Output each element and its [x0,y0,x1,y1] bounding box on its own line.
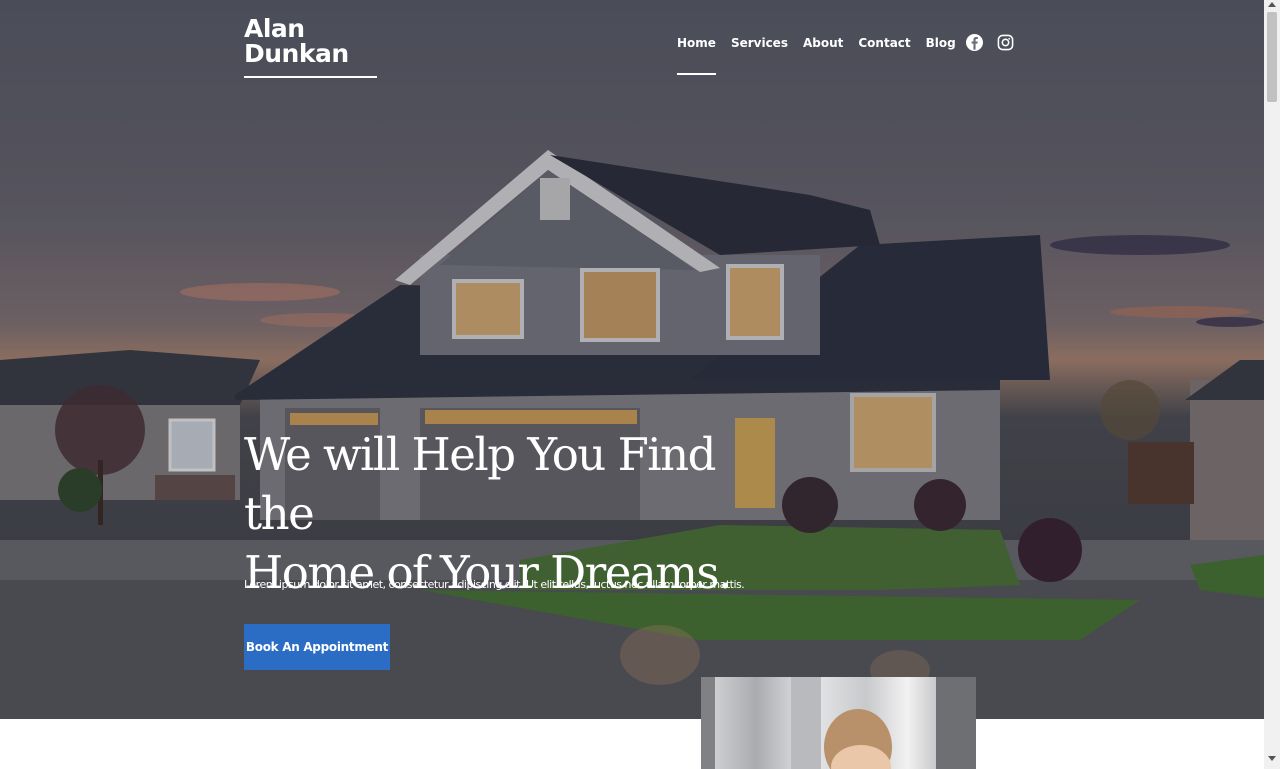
nav-about[interactable]: About [803,36,843,50]
logo-underline [244,76,377,78]
scroll-up-arrow-icon[interactable] [1268,2,1276,7]
nav-blog[interactable]: Blog [926,36,956,50]
instagram-icon[interactable] [997,34,1014,51]
hero-subtext: Lorem ipsum dolor sit amet, consectetur … [244,578,745,591]
agent-photo [701,677,976,769]
facebook-icon[interactable] [966,34,983,51]
social-links [966,34,1014,51]
nav-services[interactable]: Services [731,36,788,50]
scrollbar-thumb[interactable] [1267,12,1277,102]
logo-last-name: Dunkan [244,39,349,68]
main-nav: Home Services About Contact Blog [677,36,971,75]
hero-headline-line2: Home of Your Dreams. [244,546,732,599]
site-logo[interactable]: Alan Dunkan [244,16,349,66]
hero-headline: We will Help You Find the Home of Your D… [244,425,764,602]
page-scrollbar[interactable] [1264,0,1280,769]
scroll-down-arrow-icon[interactable] [1268,756,1276,761]
nav-home[interactable]: Home [677,36,716,75]
nav-contact[interactable]: Contact [858,36,910,50]
hero-overlay [0,0,1264,719]
hero-headline-line1: We will Help You Find the [244,428,716,540]
book-appointment-button[interactable]: Book An Appointment [244,624,390,670]
hero-section [0,0,1264,719]
logo-first-name: Alan [244,14,305,43]
